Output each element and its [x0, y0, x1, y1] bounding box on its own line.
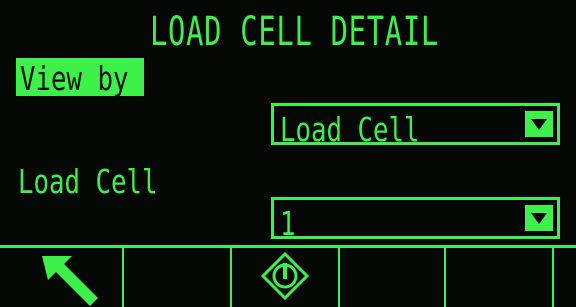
view-by-label[interactable]: View by	[16, 58, 144, 96]
softkey-divider	[552, 248, 554, 307]
softkey-bar	[0, 245, 576, 307]
chevron-down-icon[interactable]	[525, 111, 553, 137]
chevron-down-icon[interactable]	[525, 205, 553, 231]
softkey-start-button[interactable]	[232, 248, 338, 307]
start-icon	[260, 251, 310, 301]
view-by-label-text: View by	[20, 59, 129, 98]
page-title: LOAD CELL DETAIL	[150, 9, 439, 55]
back-arrow-icon	[42, 256, 98, 306]
load-cell-detail-screen: LOAD CELL DETAIL View by Load Cell Load …	[0, 0, 576, 307]
softkey-2-button[interactable]	[124, 248, 230, 307]
load-cell-label: Load Cell	[18, 162, 158, 201]
load-cell-selected-value: 1	[280, 204, 296, 243]
softkey-5-button[interactable]	[446, 248, 552, 307]
softkey-back-button[interactable]	[0, 248, 122, 307]
view-by-selected-value: Load Cell	[280, 110, 420, 149]
softkey-4-button[interactable]	[340, 248, 444, 307]
load-cell-dropdown[interactable]: 1	[271, 197, 560, 243]
view-by-dropdown[interactable]: Load Cell	[271, 103, 560, 149]
